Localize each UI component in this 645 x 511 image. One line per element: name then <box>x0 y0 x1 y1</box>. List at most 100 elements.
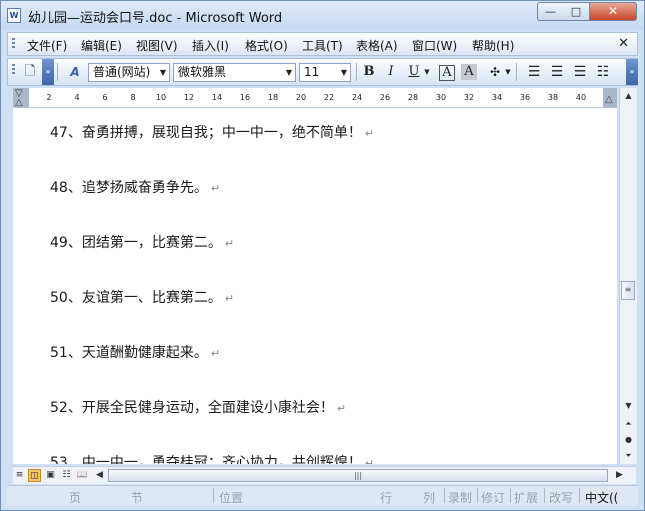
reading-layout-view-icon[interactable]: 📖 <box>76 469 89 482</box>
document-line[interactable]: 51、天道酬勤健康起来。 ↵ <box>50 342 220 362</box>
align-right-icon[interactable]: ☰ <box>570 62 590 82</box>
previous-page-icon[interactable]: ⏶ <box>620 416 637 432</box>
menu-edit[interactable]: 编辑(E) <box>81 37 122 54</box>
status-separator <box>544 488 545 503</box>
horizontal-scroll-thumb[interactable]: ||| <box>108 469 608 482</box>
menu-file[interactable]: 文件(F) <box>27 37 67 54</box>
menu-tools[interactable]: 工具(T) <box>302 37 343 54</box>
font-select-value: 微软雅黑 <box>178 65 227 79</box>
menu-table[interactable]: 表格(A) <box>356 37 398 54</box>
paragraph-mark: ↵ <box>210 347 221 360</box>
ruler-tick: 38 <box>547 93 559 102</box>
italic-button[interactable]: I <box>381 62 401 82</box>
font-size-select[interactable]: 11 ▼ <box>299 63 351 82</box>
status-column: 列 <box>423 491 436 505</box>
status-record[interactable]: 录制 <box>448 489 472 506</box>
formatting-toolbar: 🗋 » A 普通(网站) ▼ 微软雅黑 ▼ 11 ▼ B I U ▼ A A ✣… <box>7 58 638 86</box>
status-revision[interactable]: 修订 <box>481 489 505 506</box>
character-shading-button[interactable]: A <box>461 64 477 80</box>
title-bar: W 幼儿园—运动会口号.doc - Microsoft Word — □ ✕ <box>1 1 644 30</box>
ruler-tick: 36 <box>519 93 531 102</box>
ruler-tick: 26 <box>379 93 391 102</box>
normal-view-icon[interactable]: ≡ <box>13 469 26 482</box>
scaling-dropdown-icon[interactable]: ▼ <box>503 62 513 82</box>
chevron-down-icon[interactable]: ▼ <box>283 64 295 81</box>
ruler-tick: 6 <box>102 93 108 102</box>
document-line[interactable]: 49、团结第一，比赛第二。 ↵ <box>50 232 234 252</box>
character-scaling-icon[interactable]: ✣ <box>485 62 505 82</box>
document-line[interactable]: 48、追梦扬威奋勇争先。 ↵ <box>50 177 220 197</box>
status-extend[interactable]: 扩展 <box>514 489 538 506</box>
underline-dropdown-icon[interactable]: ▼ <box>422 62 432 82</box>
scroll-up-icon[interactable]: ▲ <box>620 88 637 104</box>
status-line: 行 <box>380 491 393 505</box>
maximize-button[interactable]: □ <box>563 2 590 21</box>
document-body[interactable]: 47、奋勇拼搏，展现自我；中一中一，绝不简单！ ↵ 48、追梦扬威奋勇争先。 ↵ 4… <box>13 108 617 464</box>
status-language[interactable]: 中文(( <box>585 489 618 506</box>
bold-button[interactable]: B <box>359 62 379 82</box>
menubar-grip-handle[interactable] <box>12 38 15 50</box>
scroll-left-icon[interactable]: ◀ <box>93 469 106 482</box>
select-browse-object-icon[interactable]: ● <box>620 432 637 448</box>
align-center-icon[interactable]: ☰ <box>547 62 567 82</box>
distributed-align-icon[interactable]: ☷ <box>593 62 613 82</box>
toolbar-separator <box>516 63 517 81</box>
toolbar-options-chevron-icon[interactable]: » <box>626 59 638 85</box>
font-size-value: 11 <box>304 65 320 79</box>
ruler-tick: 14 <box>211 93 223 102</box>
paragraph-mark: ↵ <box>224 237 235 250</box>
minimize-button[interactable]: — <box>537 2 564 21</box>
menu-window[interactable]: 窗口(W) <box>412 37 457 54</box>
ruler-tick: 20 <box>295 93 307 102</box>
align-justify-icon[interactable]: ☰ <box>524 62 544 82</box>
ruler-tick: 18 <box>267 93 279 102</box>
paragraph-mark: ↵ <box>364 127 375 140</box>
font-select[interactable]: 微软雅黑 ▼ <box>173 63 296 82</box>
line-text: 53、中一中一，勇夺桂冠；齐心协力，共创辉煌！ <box>50 455 362 464</box>
line-text: 52、开展全民健身运动，全面建设小康社会！ <box>50 400 334 416</box>
web-layout-view-icon[interactable]: ◫ <box>28 469 41 482</box>
document-line[interactable]: 50、友谊第一、比赛第二。 ↵ <box>50 287 234 307</box>
paragraph-mark: ↵ <box>336 402 347 415</box>
underline-button[interactable]: U <box>404 62 424 82</box>
vertical-scroll-thumb[interactable]: ≡ <box>621 281 635 300</box>
document-line[interactable]: 52、开展全民健身运动，全面建设小康社会！ ↵ <box>50 397 346 417</box>
ruler-tick: 8 <box>130 93 136 102</box>
style-select[interactable]: 普通(网站) ▼ <box>88 63 170 82</box>
menu-view[interactable]: 视图(V) <box>136 37 178 54</box>
new-document-icon[interactable]: 🗋 <box>20 62 40 82</box>
close-document-button[interactable]: ✕ <box>618 36 629 51</box>
right-indent-marker[interactable]: △ <box>605 94 613 105</box>
menu-insert[interactable]: 插入(I) <box>192 37 229 54</box>
character-border-button[interactable]: A <box>439 65 455 81</box>
status-overtype[interactable]: 改写 <box>549 489 573 506</box>
next-page-icon[interactable]: ⏷ <box>620 448 637 464</box>
scroll-right-icon[interactable]: ▶ <box>613 469 626 482</box>
line-text: 49、团结第一，比赛第二。 <box>50 235 222 251</box>
menu-format[interactable]: 格式(O) <box>245 37 288 54</box>
status-position: 位置 <box>219 491 244 505</box>
toolbar-grip-handle[interactable] <box>12 64 15 76</box>
chevron-down-icon[interactable]: ▼ <box>157 64 169 81</box>
chevron-down-icon[interactable]: ▼ <box>338 64 350 81</box>
outline-view-icon[interactable]: ☷ <box>60 469 73 482</box>
left-indent-marker[interactable]: △ <box>15 97 23 108</box>
line-text: 50、友谊第一、比赛第二。 <box>50 290 222 306</box>
toolbar-options-chevron-icon[interactable]: » <box>42 59 54 85</box>
menu-bar: 文件(F) 编辑(E) 视图(V) 插入(I) 格式(O) 工具(T) 表格(A… <box>7 32 638 56</box>
horizontal-ruler[interactable]: ▽ △ △ 2 4 6 8 10 12 14 16 18 20 22 24 26… <box>13 88 617 108</box>
status-separator <box>477 488 478 503</box>
word-doc-icon[interactable]: W <box>7 8 21 23</box>
print-layout-view-icon[interactable]: ▣ <box>44 469 57 482</box>
status-section: 节 <box>131 491 144 505</box>
styles-and-formatting-icon[interactable]: A <box>65 62 85 82</box>
ruler-tick: 12 <box>183 93 195 102</box>
vertical-scrollbar[interactable]: ▲ ≡ ▼ ⏶ ● ⏷ <box>619 88 637 464</box>
document-line[interactable]: 47、奋勇拼搏，展现自我；中一中一，绝不简单！ ↵ <box>50 122 374 142</box>
menu-help[interactable]: 帮助(H) <box>472 37 514 54</box>
ruler-tick: 30 <box>435 93 447 102</box>
close-window-button[interactable]: ✕ <box>590 2 637 21</box>
ruler-tick: 2 <box>46 93 52 102</box>
document-line[interactable]: 53、中一中一，勇夺桂冠；齐心协力，共创辉煌！ ↵ <box>50 452 374 464</box>
scroll-down-icon[interactable]: ▼ <box>620 398 637 414</box>
